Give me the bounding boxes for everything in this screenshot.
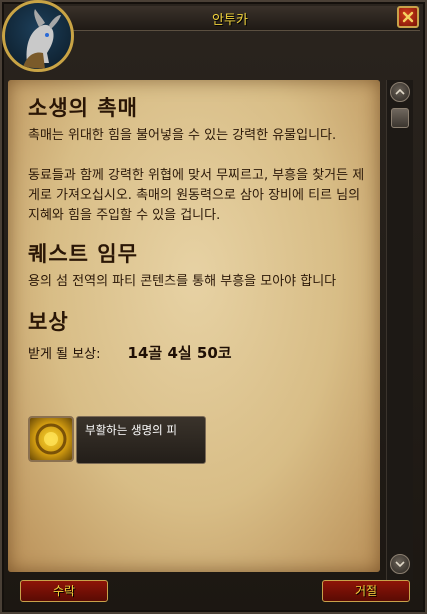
objectives-text: 용의 섬 전역의 파티 콘텐츠를 통해 부흥을 모아야 합니다 — [28, 274, 337, 289]
quest-content: 소생의 촉매 촉매는 위대한 힘을 불어넣을 수 있는 강력한 유물입니다. 동… — [28, 92, 368, 363]
title-bar: 안투카 — [40, 6, 420, 31]
golden-orb-icon — [28, 416, 74, 462]
rewards-line: 받게 될 보상: 14골 4실 50코 — [28, 342, 368, 363]
quest-description-1: 촉매는 위대한 힘을 불어넣을 수 있는 강력한 유물입니다. — [28, 128, 337, 143]
reward-item[interactable]: 부활하는 생명의 피 — [28, 416, 208, 464]
arrow-up-icon — [395, 88, 405, 95]
accept-button[interactable]: 수락 — [20, 580, 108, 602]
golden-orb-icon — [35, 423, 67, 455]
npc-portrait — [2, 0, 74, 72]
scrollbar[interactable] — [386, 80, 413, 580]
reward-item-panel[interactable]: 부활하는 생명의 피 — [76, 416, 206, 464]
arrow-down-icon — [395, 561, 405, 568]
reward-item-name: 부활하는 생명의 피 — [85, 423, 177, 437]
rewards-label: 받게 될 보상: — [28, 347, 101, 362]
scroll-thumb[interactable] — [391, 108, 409, 128]
rewards-title: 보상 — [28, 309, 69, 334]
quest-description-2: 동료들과 함께 강력한 위협에 맞서 무찌르고, 부흥을 찾거든 제게로 가져오… — [28, 168, 365, 223]
quest-title: 소생의 촉매 — [28, 95, 138, 120]
close-icon — [402, 11, 414, 23]
reward-money: 14골 4실 50코 — [127, 344, 232, 362]
window-title: 안투카 — [212, 13, 248, 28]
objectives-title: 퀘스트 임무 — [28, 241, 138, 266]
decline-button[interactable]: 거절 — [322, 580, 410, 602]
scroll-down-button[interactable] — [390, 554, 410, 574]
dracthyr-portrait-icon — [23, 9, 61, 69]
close-button[interactable] — [397, 6, 419, 28]
scroll-up-button[interactable] — [390, 82, 410, 102]
